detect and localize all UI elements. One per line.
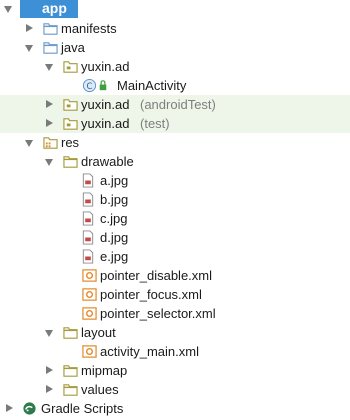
project-tree: app manifests java yuxin.ad C MainActivi… [0, 0, 350, 420]
collapse-arrow-icon[interactable] [46, 366, 53, 374]
folder-icon [63, 384, 78, 396]
source-set-suffix: (androidTest) [140, 97, 216, 112]
tree-label-package: yuxin.ad [81, 59, 130, 74]
expand-arrow-icon[interactable] [45, 159, 53, 166]
tree-label-res: res [61, 135, 80, 150]
tree-label-file: a.jpg [100, 173, 129, 188]
folder-icon [63, 327, 78, 339]
tree-row-file[interactable]: pointer_disable.xml [0, 266, 350, 285]
folder-icon [43, 23, 58, 35]
tree-label-file: e.jpg [100, 249, 129, 264]
tree-label-file: pointer_selector.xml [100, 306, 216, 321]
tree-row-file[interactable]: b.jpg [0, 190, 350, 209]
package-icon [63, 61, 78, 73]
tree-label-mipmap: mipmap [81, 363, 128, 378]
tree-row-file[interactable]: a.jpg [0, 171, 350, 190]
image-file-icon [82, 211, 94, 226]
tree-row-file[interactable]: d.jpg [0, 228, 350, 247]
tree-row-layout[interactable]: layout [0, 323, 350, 342]
tree-label-layout: layout [81, 325, 116, 340]
tree-label-file: d.jpg [100, 230, 129, 245]
selection-highlight: app [20, 0, 78, 18]
tree-row-file[interactable]: pointer_focus.xml [0, 285, 350, 304]
tree-label-drawable: drawable [81, 154, 134, 169]
folder-icon [63, 156, 78, 168]
collapse-arrow-icon[interactable] [6, 404, 13, 412]
image-file-icon [82, 173, 94, 188]
tree-label-file: c.jpg [100, 211, 128, 226]
tree-label-file: activity_main.xml [100, 344, 199, 359]
tree-row-main-activity[interactable]: C MainActivity [0, 76, 350, 95]
tree-row-file[interactable]: e.jpg [0, 247, 350, 266]
tree-label-file: pointer_focus.xml [100, 287, 202, 302]
collapse-arrow-icon[interactable] [26, 24, 33, 32]
tree-label-file: pointer_disable.xml [100, 268, 213, 283]
xml-file-icon [82, 345, 97, 358]
xml-file-icon [82, 307, 97, 320]
tree-row-res[interactable]: res [0, 133, 350, 152]
xml-file-icon [82, 269, 97, 282]
tree-label-app: app [42, 0, 67, 16]
tree-row-app[interactable]: app [0, 0, 350, 19]
package-icon [63, 99, 78, 111]
tree-label-main-activity: MainActivity [117, 78, 187, 93]
collapse-arrow-icon[interactable] [46, 385, 53, 393]
tree-row-values[interactable]: values [0, 380, 350, 399]
collapse-arrow-icon[interactable] [46, 119, 53, 127]
image-file-icon [82, 192, 94, 207]
tree-label-gradle-scripts: Gradle Scripts [41, 401, 124, 416]
tree-label-file: b.jpg [100, 192, 129, 207]
source-set-suffix: (test) [140, 116, 170, 131]
image-file-icon [82, 230, 94, 245]
expand-arrow-icon[interactable] [4, 6, 12, 13]
class-icon: C [82, 78, 97, 93]
tree-label-package: yuxin.ad [81, 116, 130, 131]
expand-arrow-icon[interactable] [25, 140, 33, 147]
tree-label-java: java [61, 40, 85, 55]
tree-row-package-test[interactable]: yuxin.ad (test) [0, 114, 350, 133]
tree-row-drawable[interactable]: drawable [0, 152, 350, 171]
resource-folder-icon [43, 137, 58, 149]
tree-row-mipmap[interactable]: mipmap [0, 361, 350, 380]
lock-icon [99, 80, 107, 91]
tree-row-manifests[interactable]: manifests [0, 19, 350, 38]
image-file-icon [82, 249, 94, 264]
tree-row-java[interactable]: java [0, 38, 350, 57]
expand-arrow-icon[interactable] [25, 45, 33, 52]
tree-row-file[interactable]: pointer_selector.xml [0, 304, 350, 323]
folder-icon [43, 42, 58, 54]
xml-file-icon [82, 288, 97, 301]
tree-row-file[interactable]: c.jpg [0, 209, 350, 228]
tree-row-package-main[interactable]: yuxin.ad [0, 57, 350, 76]
svg-text:C: C [87, 81, 93, 91]
tree-row-gradle-scripts[interactable]: Gradle Scripts [0, 399, 350, 418]
tree-label-values: values [81, 382, 119, 397]
expand-arrow-icon[interactable] [45, 330, 53, 337]
tree-row-package-android-test[interactable]: yuxin.ad (androidTest) [0, 95, 350, 114]
folder-icon [63, 365, 78, 377]
gradle-icon [23, 402, 36, 415]
tree-label-package: yuxin.ad [81, 97, 130, 112]
tree-label-manifests: manifests [61, 21, 117, 36]
tree-row-file[interactable]: activity_main.xml [0, 342, 350, 361]
expand-arrow-icon[interactable] [45, 64, 53, 71]
package-icon [63, 118, 78, 130]
collapse-arrow-icon[interactable] [46, 100, 53, 108]
